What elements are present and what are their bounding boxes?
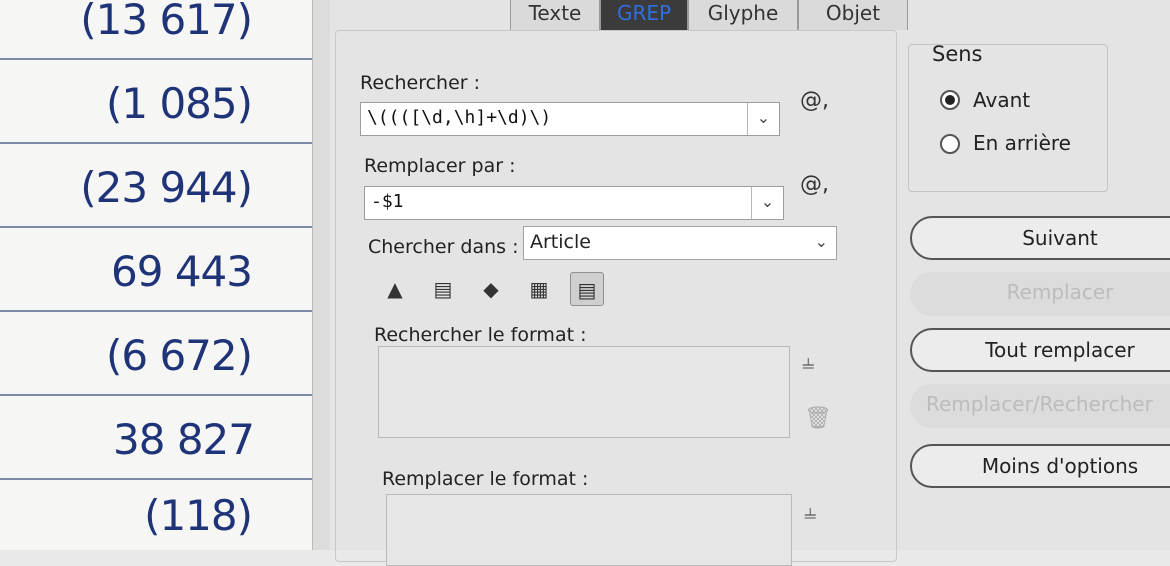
tab-glyphe[interactable]: Glyphe bbox=[688, 0, 798, 30]
next-button[interactable]: Suivant bbox=[910, 216, 1170, 260]
find-label: Rechercher : bbox=[360, 72, 481, 94]
cell-value: (6 672) bbox=[105, 331, 253, 380]
search-in-value: Article bbox=[530, 231, 591, 253]
table-row: (23 944) bbox=[0, 144, 312, 228]
fewer-options-button[interactable]: Moins d'options bbox=[910, 444, 1170, 488]
replace-find-button[interactable]: Remplacer/Rechercher bbox=[910, 384, 1170, 428]
find-format-box[interactable] bbox=[378, 346, 790, 438]
cell-value: 69 443 bbox=[111, 247, 253, 296]
find-what-input[interactable]: \((([\d,\h]+\d)\) ⌄ bbox=[360, 102, 780, 136]
chevron-down-icon[interactable]: ⌄ bbox=[751, 187, 783, 219]
radio-backward-label[interactable]: En arrière bbox=[973, 131, 1071, 155]
replace-format-label: Remplacer le format : bbox=[382, 468, 589, 490]
search-in-select[interactable]: Article ⌄ bbox=[523, 226, 837, 260]
tab-objet[interactable]: Objet bbox=[798, 0, 908, 30]
locked-layers-icon[interactable]: ▲ bbox=[378, 272, 412, 306]
page-edge bbox=[312, 0, 331, 550]
find-change-dialog: Texte GREP Glyphe Objet Rechercher : \((… bbox=[330, 0, 1170, 566]
special-characters-icon[interactable]: @, bbox=[800, 172, 829, 197]
direction-title: Sens bbox=[932, 42, 983, 66]
cell-value: (23 944) bbox=[80, 163, 253, 212]
find-format-label: Rechercher le format : bbox=[374, 324, 587, 346]
replace-label: Remplacer par : bbox=[364, 155, 516, 177]
tab-texte[interactable]: Texte bbox=[510, 0, 600, 30]
table-row: (13 617) bbox=[0, 0, 312, 60]
table-row: (118) bbox=[0, 474, 312, 558]
radio-backward[interactable] bbox=[940, 134, 960, 154]
specify-attributes-icon[interactable]: ⫨ bbox=[802, 350, 814, 375]
table-row: (6 672) bbox=[0, 312, 312, 396]
change-to-value: -$1 bbox=[371, 191, 404, 212]
table-row: 69 443 bbox=[0, 228, 312, 312]
replace-button[interactable]: Remplacer bbox=[910, 272, 1170, 316]
cell-value: (118) bbox=[144, 491, 253, 540]
document-page: (13 617) (1 085) (23 944) 69 443 (6 672)… bbox=[0, 0, 331, 550]
chevron-down-icon: ⌄ bbox=[814, 232, 828, 251]
chevron-down-icon[interactable]: ⌄ bbox=[747, 103, 779, 135]
radio-forward[interactable] bbox=[940, 90, 960, 110]
search-in-label: Chercher dans : bbox=[368, 236, 519, 258]
change-to-input[interactable]: -$1 ⌄ bbox=[364, 186, 784, 220]
table-row: 38 827 bbox=[0, 396, 312, 480]
radio-forward-label[interactable]: Avant bbox=[973, 88, 1030, 112]
cell-value: (13 617) bbox=[80, 0, 253, 44]
locked-stories-icon[interactable]: ▤ bbox=[426, 272, 460, 306]
special-characters-icon[interactable]: @, bbox=[800, 88, 829, 113]
find-what-value: \((([\d,\h]+\d)\) bbox=[367, 107, 552, 128]
cell-value: (1 085) bbox=[105, 79, 253, 128]
tab-grep[interactable]: GREP bbox=[600, 0, 688, 30]
cell-value: 38 827 bbox=[113, 415, 255, 464]
table-row: (1 085) bbox=[0, 60, 312, 144]
replace-format-box[interactable] bbox=[386, 494, 792, 566]
trash-icon[interactable]: 🗑 bbox=[804, 406, 832, 431]
replace-all-button[interactable]: Tout remplacer bbox=[910, 328, 1170, 372]
direction-group bbox=[908, 44, 1108, 192]
specify-attributes-icon[interactable]: ⫨ bbox=[804, 500, 816, 525]
footnotes-icon[interactable]: ▤ bbox=[570, 272, 604, 306]
hidden-layers-icon[interactable]: ◆ bbox=[474, 272, 508, 306]
master-pages-icon[interactable]: ▦ bbox=[522, 272, 556, 306]
